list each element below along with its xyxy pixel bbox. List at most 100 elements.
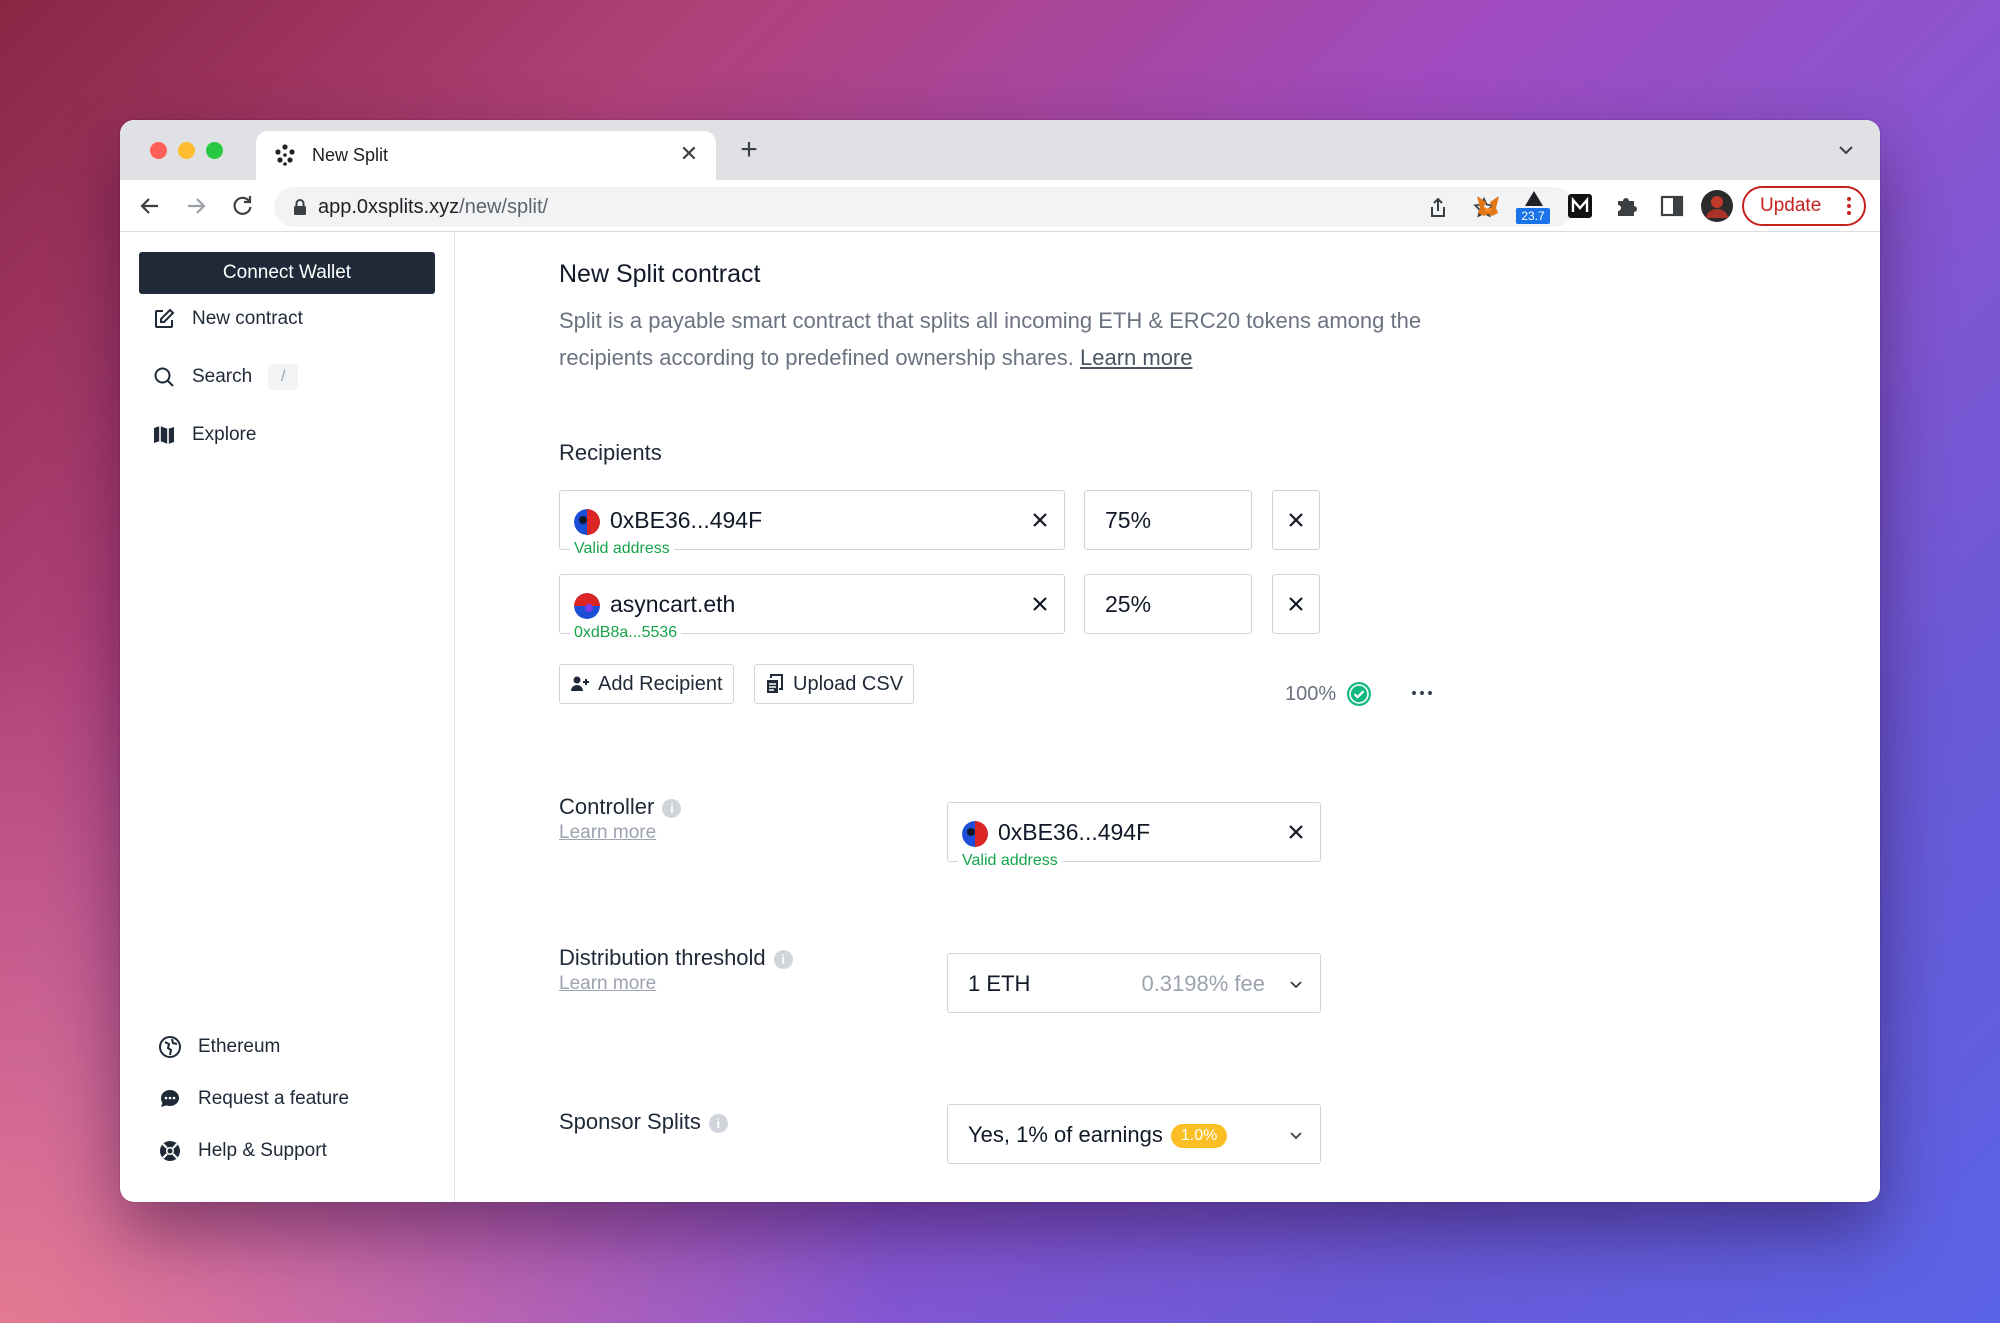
sidebar: Connect Wallet New contract Search / Exp…: [120, 232, 455, 1202]
page-description: Split is a payable smart contract that s…: [559, 302, 1459, 376]
search-icon: [154, 367, 174, 387]
search-shortcut-key: /: [268, 364, 299, 390]
total-percent-value: 100%: [1285, 682, 1337, 705]
recipients-label: Recipients: [559, 440, 662, 465]
description-learn-more-link[interactable]: Learn more: [1080, 345, 1193, 370]
map-icon: [154, 426, 174, 444]
sidebar-item-explore[interactable]: Explore: [152, 420, 256, 450]
tab-new-split[interactable]: New Split ✕: [256, 131, 716, 180]
sidebar-item-label: Ethereum: [198, 1036, 281, 1057]
close-icon: [1289, 597, 1303, 611]
edit-icon: [155, 308, 175, 328]
recipient-address-field[interactable]: asyncart.eth 0xdB8a...5536: [559, 574, 1065, 642]
recipient-address-field[interactable]: 0xBE36...494F Valid address: [559, 490, 1065, 558]
threshold-learn-more-link[interactable]: Learn more: [559, 973, 656, 995]
address-valid-hint: Valid address: [570, 540, 674, 558]
app-content: Connect Wallet New contract Search / Exp…: [120, 232, 1880, 1202]
back-icon[interactable]: [136, 192, 164, 220]
extensions-puzzle-icon[interactable]: [1612, 192, 1640, 220]
lock-icon[interactable]: [292, 198, 308, 216]
close-window-button[interactable]: [150, 142, 167, 159]
tab-search-chevron-icon[interactable]: [1834, 138, 1858, 162]
tab-close-icon[interactable]: ✕: [676, 141, 702, 167]
upload-csv-button[interactable]: Upload CSV: [754, 664, 915, 704]
check-circle-icon: [1347, 682, 1372, 706]
description-text: Split is a payable smart contract that s…: [559, 308, 1422, 370]
update-button[interactable]: Update: [1742, 186, 1866, 226]
total-percent: 100%: [1285, 681, 1372, 707]
sidebar-item-ethereum[interactable]: Ethereum: [158, 1032, 280, 1062]
chevron-down-icon: [1290, 981, 1302, 989]
metamask-fox-icon[interactable]: [1474, 192, 1502, 220]
tab-title: New Split: [312, 145, 389, 165]
controller-address-text: 0xBE36...494F: [998, 819, 1151, 845]
more-options-icon[interactable]: [1409, 683, 1435, 703]
sidebar-item-request-feature[interactable]: Request a feature: [158, 1084, 349, 1114]
recipient-percent-field[interactable]: 25%: [1084, 574, 1252, 634]
sponsor-percent-badge: 1.0%: [1170, 1124, 1228, 1149]
maximize-window-button[interactable]: [206, 142, 223, 159]
sponsor-value: Yes, 1% of earnings 1.0%: [968, 1122, 1228, 1149]
sponsor-select[interactable]: Yes, 1% of earnings 1.0%: [947, 1104, 1321, 1164]
profile-avatar[interactable]: [1700, 189, 1734, 223]
clear-address-icon[interactable]: [1028, 592, 1052, 616]
info-icon[interactable]: i: [708, 1113, 728, 1133]
sidebar-item-label: Explore: [192, 424, 257, 445]
controller-label-text: Controller: [559, 794, 655, 819]
controller-address-field[interactable]: 0xBE36...494F Valid address: [947, 802, 1321, 870]
share-icon[interactable]: [1426, 196, 1450, 220]
add-recipient-label: Add Recipient: [598, 672, 723, 695]
threshold-fee: 0.3198% fee: [1141, 971, 1265, 996]
info-icon[interactable]: i: [773, 949, 793, 969]
chevron-down-icon: [1290, 1132, 1302, 1140]
sidebar-item-label: Request a feature: [198, 1088, 350, 1109]
new-tab-button[interactable]: +: [734, 135, 764, 165]
resolved-address-hint: 0xdB8a...5536: [570, 624, 682, 642]
globe-icon: [159, 1036, 181, 1058]
avatar: [574, 593, 600, 619]
avatar: [962, 821, 988, 847]
recipient-percent-text: 75%: [1105, 507, 1152, 533]
sponsor-label: Sponsor Splits i: [559, 1109, 728, 1135]
controller-learn-more-link[interactable]: Learn more: [559, 822, 656, 844]
close-icon: [1289, 513, 1303, 527]
reload-icon[interactable]: [228, 192, 256, 220]
minimize-window-button[interactable]: [178, 142, 195, 159]
recipient-address-text: 0xBE36...494F: [610, 507, 763, 533]
upload-csv-label: Upload CSV: [793, 672, 904, 695]
threshold-select[interactable]: 1 ETH 0.3198% fee: [947, 953, 1321, 1013]
sponsor-label-text: Sponsor Splits: [559, 1109, 701, 1134]
forward-icon[interactable]: [182, 192, 210, 220]
remove-recipient-button[interactable]: [1272, 490, 1320, 550]
controller-label: Controller i: [559, 794, 682, 820]
threshold-label: Distribution threshold i: [559, 945, 793, 971]
m-extension-icon[interactable]: [1566, 192, 1594, 220]
info-icon[interactable]: i: [662, 798, 682, 818]
url-text[interactable]: app.0xsplits.xyz/new/split/: [318, 196, 548, 219]
sidebar-item-search[interactable]: Search /: [152, 362, 299, 392]
browser-toolbar: app.0xsplits.xyz/new/split/ 23.7 Update: [120, 180, 1880, 232]
connect-wallet-button[interactable]: Connect Wallet: [139, 252, 435, 294]
threshold-value: 1 ETH: [968, 971, 1031, 996]
remove-recipient-button[interactable]: [1272, 574, 1320, 634]
sidebar-item-label: New contract: [192, 308, 303, 329]
side-panel-icon[interactable]: [1658, 192, 1686, 220]
chat-icon: [160, 1090, 179, 1107]
url-host: app.0xsplits.xyz: [318, 196, 460, 218]
clear-controller-icon[interactable]: [1284, 820, 1308, 844]
sidebar-item-new-contract[interactable]: New contract: [152, 304, 303, 334]
recipient-percent-text: 25%: [1105, 591, 1152, 617]
sidebar-item-label: Search: [192, 366, 253, 387]
sidebar-item-help-support[interactable]: Help & Support: [158, 1136, 327, 1166]
address-bar[interactable]: app.0xsplits.xyz/new/split/: [274, 187, 1574, 227]
page-title: New Split contract: [559, 260, 761, 288]
avatar: [574, 509, 600, 535]
add-recipient-button[interactable]: Add Recipient: [559, 664, 734, 704]
threshold-label-text: Distribution threshold: [559, 945, 766, 970]
recipient-address-text: asyncart.eth: [610, 591, 736, 617]
extension-badge: 23.7: [1516, 208, 1550, 224]
update-label: Update: [1760, 195, 1822, 216]
recipient-percent-field[interactable]: 75%: [1084, 490, 1252, 550]
splits-logo-icon: [275, 144, 295, 166]
clear-address-icon[interactable]: [1028, 508, 1052, 532]
